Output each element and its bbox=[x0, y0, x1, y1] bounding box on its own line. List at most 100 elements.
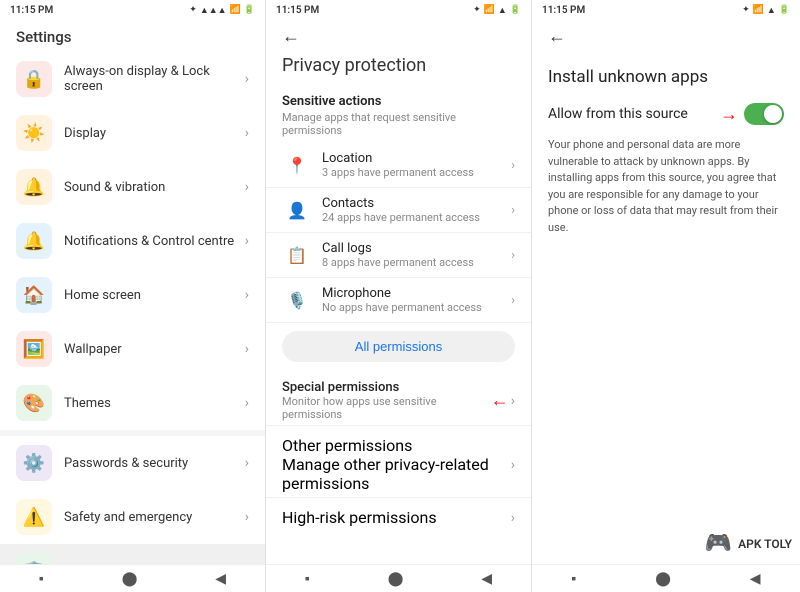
settings-title: Settings bbox=[0, 20, 265, 52]
bluetooth-icon-3: ✦ bbox=[742, 5, 750, 15]
high-risk-chevron: › bbox=[511, 510, 515, 526]
calllogs-sub: 8 apps have permanent access bbox=[322, 256, 511, 269]
wallpaper-label: Wallpaper bbox=[64, 342, 245, 357]
passwords-label: Passwords & security bbox=[64, 456, 245, 471]
special-perm-title: Special permissions bbox=[282, 380, 491, 395]
nav-circle-2[interactable]: ⬤ bbox=[376, 567, 416, 591]
perm-item-calllogs[interactable]: 📋 Call logs 8 apps have permanent access… bbox=[266, 233, 531, 278]
sensitive-actions-header: Sensitive actions bbox=[266, 86, 531, 111]
sound-label: Sound & vibration bbox=[64, 180, 245, 195]
nav-back-1[interactable]: ◀ bbox=[203, 567, 238, 591]
signal-icon-2: 📶 bbox=[484, 5, 495, 15]
toggle-arrow: → bbox=[720, 104, 738, 125]
signal-icon-3: 📶 bbox=[753, 5, 764, 15]
always-on-icon: 🔒 bbox=[16, 61, 52, 97]
bottom-nav-3: ▪ ⬤ ◀ bbox=[532, 564, 800, 592]
status-bar-2: 11:15 PM ✦ 📶 ▲ 🔋 bbox=[266, 0, 531, 20]
signal-icon: 📶 bbox=[230, 5, 241, 15]
chevron-notifications: › bbox=[245, 233, 249, 249]
themes-label: Themes bbox=[64, 396, 245, 411]
sidebar-item-display[interactable]: ☀️ Display › bbox=[0, 106, 265, 160]
other-chevron: › bbox=[511, 457, 515, 473]
time-1: 11:15 PM bbox=[10, 5, 53, 16]
watermark-text: APK TOLY bbox=[738, 537, 792, 551]
chevron-display: › bbox=[245, 125, 249, 141]
themes-icon: 🎨 bbox=[16, 385, 52, 421]
display-label: Display bbox=[64, 126, 245, 141]
allow-toggle[interactable] bbox=[744, 103, 784, 125]
nav-back-2[interactable]: ◀ bbox=[469, 567, 504, 591]
time-3: 11:15 PM bbox=[542, 5, 585, 16]
bottom-nav-1: ▪ ⬤ ◀ bbox=[0, 564, 265, 592]
sidebar-item-notifications[interactable]: 🔔 Notifications & Control centre › bbox=[0, 214, 265, 268]
contacts-icon: 👤 bbox=[282, 201, 312, 220]
other-perm-title: Other permissions bbox=[282, 436, 511, 455]
other-perm-sub: Manage other privacy-related permissions bbox=[282, 455, 511, 493]
nav-back-3[interactable]: ◀ bbox=[738, 567, 773, 591]
warning-text: Your phone and personal data are more vu… bbox=[548, 137, 784, 236]
perm-item-microphone[interactable]: 🎙️ Microphone No apps have permanent acc… bbox=[266, 278, 531, 323]
privacy-page-title: Privacy protection bbox=[266, 55, 531, 86]
battery-icon-3: 🔋 bbox=[779, 5, 790, 15]
perm-item-location[interactable]: 📍 Location 3 apps have permanent access … bbox=[266, 143, 531, 188]
nav-circle-1[interactable]: ⬤ bbox=[110, 567, 150, 591]
chevron-sound: › bbox=[245, 179, 249, 195]
toggle-knob bbox=[764, 105, 782, 123]
sidebar-item-always-on[interactable]: 🔒 Always-on display & Lock screen › bbox=[0, 52, 265, 106]
status-bar-3: 11:15 PM ✦ 📶 ▲ 🔋 bbox=[532, 0, 800, 20]
chevron-microphone: › bbox=[511, 293, 515, 308]
contacts-text: Contacts 24 apps have permanent access bbox=[322, 196, 511, 224]
status-bar-1: 11:15 PM ✦ ▲▲▲ 📶 🔋 bbox=[0, 0, 265, 20]
notifications-icon: 🔔 bbox=[16, 223, 52, 259]
perm-item-contacts[interactable]: 👤 Contacts 24 apps have permanent access… bbox=[266, 188, 531, 233]
chevron-calllogs: › bbox=[511, 248, 515, 263]
calllogs-text: Call logs 8 apps have permanent access bbox=[322, 241, 511, 269]
special-chevron: › bbox=[511, 393, 515, 409]
chevron-always-on: › bbox=[245, 71, 249, 87]
status-icons-1: ✦ ▲▲▲ 📶 🔋 bbox=[189, 5, 255, 16]
time-2: 11:15 PM bbox=[276, 5, 319, 16]
apk-toly-watermark: 🎮 APK TOLY bbox=[705, 531, 792, 556]
location-name: Location bbox=[322, 151, 511, 166]
privacy-header: ← bbox=[266, 20, 531, 55]
bottom-nav-2: ▪ ⬤ ◀ bbox=[266, 564, 531, 592]
chevron-themes: › bbox=[245, 395, 249, 411]
microphone-name: Microphone bbox=[322, 286, 511, 301]
back-button-3[interactable]: ← bbox=[548, 26, 566, 47]
nav-circle-3[interactable]: ⬤ bbox=[643, 567, 683, 591]
sound-icon: 🔔 bbox=[16, 169, 52, 205]
install-content: Install unknown apps Allow from this sou… bbox=[532, 55, 800, 564]
sidebar-item-passwords[interactable]: ⚙️ Passwords & security › bbox=[0, 436, 265, 490]
nav-square-2[interactable]: ▪ bbox=[293, 566, 322, 591]
home-label: Home screen bbox=[64, 288, 245, 303]
other-perm-section: Other permissions Manage other privacy-r… bbox=[266, 425, 531, 497]
high-risk-title: High-risk permissions bbox=[282, 508, 437, 527]
sidebar-item-themes[interactable]: 🎨 Themes › bbox=[0, 376, 265, 430]
all-permissions-button[interactable]: All permissions bbox=[282, 331, 515, 362]
location-icon: 📍 bbox=[282, 156, 312, 175]
gamepad-icon: 🎮 bbox=[705, 531, 732, 556]
bluetooth-icon: ✦ bbox=[189, 5, 197, 15]
sidebar-item-sound[interactable]: 🔔 Sound & vibration › bbox=[0, 160, 265, 214]
install-panel: 11:15 PM ✦ 📶 ▲ 🔋 ← Install unknown apps … bbox=[532, 0, 800, 592]
nav-square-1[interactable]: ▪ bbox=[27, 566, 56, 591]
privacy-panel: 11:15 PM ✦ 📶 ▲ 🔋 ← Privacy protection Se… bbox=[266, 0, 532, 592]
passwords-icon: ⚙️ bbox=[16, 445, 52, 481]
wallpaper-icon: 🖼️ bbox=[16, 331, 52, 367]
calllogs-name: Call logs bbox=[322, 241, 511, 256]
sidebar-item-home[interactable]: 🏠 Home screen › bbox=[0, 268, 265, 322]
privacy-body: Privacy protection Sensitive actions Man… bbox=[266, 55, 531, 564]
microphone-icon: 🎙️ bbox=[282, 291, 312, 310]
back-button-2[interactable]: ← bbox=[282, 26, 300, 47]
sidebar-item-privacy[interactable]: 🛡️ Privacy protection ◄ › bbox=[0, 544, 265, 564]
chevron-location: › bbox=[511, 158, 515, 173]
microphone-text: Microphone No apps have permanent access bbox=[322, 286, 511, 314]
sidebar-item-wallpaper[interactable]: 🖼️ Wallpaper › bbox=[0, 322, 265, 376]
special-perm-sub: Monitor how apps use sensitive permissio… bbox=[282, 395, 491, 421]
sidebar-item-safety[interactable]: ⚠️ Safety and emergency › bbox=[0, 490, 265, 544]
microphone-sub: No apps have permanent access bbox=[322, 301, 511, 314]
nav-square-3[interactable]: ▪ bbox=[559, 566, 588, 591]
wifi-icon-2: ▲ bbox=[498, 5, 507, 16]
safety-icon: ⚠️ bbox=[16, 499, 52, 535]
status-icons-2: ✦ 📶 ▲ 🔋 bbox=[473, 5, 521, 16]
